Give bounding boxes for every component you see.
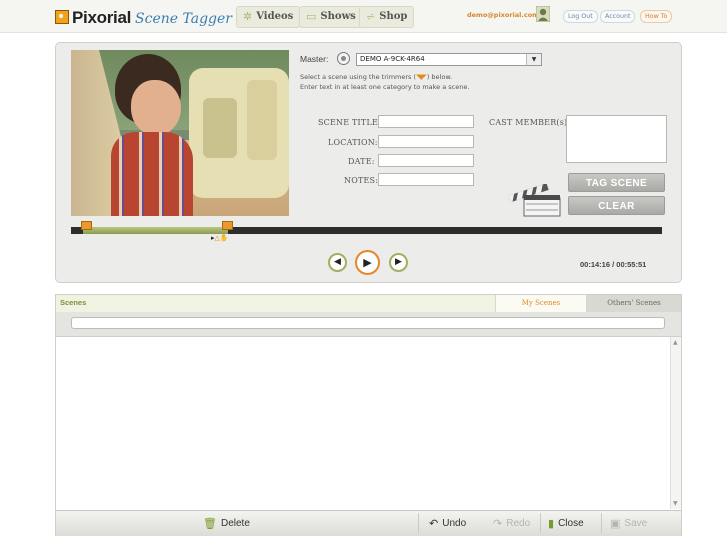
scenes-footer-toolbar: 🗑 Delete ↶ Undo ↷ Redo ▮ Close ▣ Save <box>56 510 681 536</box>
chevron-left-icon: ◀ <box>334 257 341 267</box>
redo-icon: ↷ <box>493 518 503 530</box>
trash-icon: 🗑 <box>203 518 217 530</box>
instruction-line-1: Select a scene using the trimmers (◥◤) b… <box>300 73 452 81</box>
chevron-right-icon: ▶ <box>395 257 402 267</box>
chevron-down-icon: ▼ <box>526 54 541 65</box>
master-label: Master: <box>300 54 329 64</box>
nav-shows-button[interactable]: ▭ Shows <box>299 6 363 28</box>
user-avatar-icon[interactable] <box>536 6 550 22</box>
date-label: DATE: <box>348 157 375 166</box>
cast-members-input[interactable] <box>566 115 667 163</box>
cart-icon: ⩫ <box>366 10 376 23</box>
reel-icon <box>337 52 350 65</box>
cursor-hand-icon: ✋ <box>219 234 229 242</box>
toolbar-divider <box>540 513 541 533</box>
redo-label: Redo <box>506 518 531 529</box>
top-bar: Pixorial Scene Tagger ✲ Videos ▭ Shows ⩫… <box>0 0 727 33</box>
film-reel-icon: ✲ <box>243 10 253 23</box>
toolbar-divider <box>601 513 602 533</box>
next-button[interactable]: ▶ <box>389 253 408 272</box>
logo[interactable]: Pixorial Scene Tagger <box>55 8 232 28</box>
scenes-scrollbar[interactable]: ▲ ▼ <box>670 337 681 509</box>
scenes-filter-bar <box>56 312 681 337</box>
scene-title-label: SCENE TITLE: <box>318 118 381 127</box>
undo-button[interactable]: ↶ Undo <box>429 517 466 530</box>
scenes-filter-input[interactable] <box>71 317 665 329</box>
scroll-down-icon[interactable]: ▼ <box>673 500 678 507</box>
location-label: LOCATION: <box>328 138 378 147</box>
redo-button[interactable]: ↷ Redo <box>493 517 530 530</box>
video-frame-child-face <box>131 80 181 136</box>
location-input[interactable] <box>378 135 474 148</box>
notes-label: NOTES: <box>344 176 379 185</box>
previous-button[interactable]: ◀ <box>328 253 347 272</box>
video-frame-playset-window <box>247 80 277 160</box>
play-button[interactable]: ▶ <box>355 250 380 275</box>
master-select-value: DEMO A-9CK-4R64 <box>360 55 425 63</box>
video-frame-playset-window <box>203 98 237 158</box>
pixorial-logo-icon <box>55 10 69 24</box>
date-input[interactable] <box>378 154 474 167</box>
close-document-icon: ▮ <box>548 518 555 530</box>
delete-label: Delete <box>220 518 250 529</box>
undo-icon: ↶ <box>429 518 439 530</box>
tag-scene-button[interactable]: TAG SCENE <box>568 173 665 192</box>
close-button[interactable]: ▮ Close <box>548 517 584 530</box>
nav-videos-label: Videos <box>256 11 294 22</box>
user-email[interactable]: demo@pixorial.com <box>467 11 539 19</box>
nav-videos-button[interactable]: ✲ Videos <box>236 6 301 28</box>
scenes-header: Scenes My Scenes Others' Scenes <box>56 295 681 313</box>
instruction-text-1a: Select a scene using the trimmers ( <box>300 73 417 81</box>
clear-button[interactable]: CLEAR <box>568 196 665 215</box>
save-disk-icon: ▣ <box>610 518 621 530</box>
trimmer-start-handle[interactable] <box>81 221 92 230</box>
scene-editor-panel: Master: DEMO A-9CK-4R64 ▼ Select a scene… <box>55 42 682 283</box>
timeline-selection <box>83 227 228 234</box>
notes-input[interactable] <box>378 173 474 186</box>
howto-button[interactable]: How To <box>640 10 673 23</box>
scenes-title: Scenes <box>60 298 87 307</box>
app-name: Scene Tagger <box>135 11 232 27</box>
delete-button[interactable]: 🗑 Delete <box>203 517 250 530</box>
close-label: Close <box>558 518 584 529</box>
nav-shows-label: Shows <box>320 11 356 22</box>
timeline-track[interactable] <box>71 227 662 234</box>
master-select[interactable]: DEMO A-9CK-4R64 ▼ <box>356 53 542 66</box>
play-icon: ▶ <box>363 256 372 269</box>
nav-shop-button[interactable]: ⩫ Shop <box>359 6 415 28</box>
save-button[interactable]: ▣ Save <box>610 517 647 530</box>
time-display: 00:14:16 / 00:55:51 <box>580 260 647 269</box>
trimmer-flag-icon: ◥◤ <box>416 73 427 81</box>
scene-title-input[interactable] <box>378 115 474 128</box>
video-player[interactable] <box>71 50 289 216</box>
tab-others-scenes[interactable]: Others' Scenes <box>587 295 681 312</box>
scenes-list[interactable] <box>56 337 669 509</box>
trimmer-end-handle[interactable] <box>222 221 233 230</box>
scenes-panel: Scenes My Scenes Others' Scenes ▲ ▼ 🗑 De… <box>55 294 682 536</box>
brand-name: Pixorial <box>72 8 132 27</box>
tab-my-scenes[interactable]: My Scenes <box>495 295 587 312</box>
nav-shop-label: Shop <box>379 11 408 22</box>
toolbar-divider <box>418 513 419 533</box>
cast-members-label: CAST MEMBER(s): <box>489 118 571 127</box>
clapperboard-icon <box>508 184 561 217</box>
logout-button[interactable]: Log Out <box>563 10 598 23</box>
undo-label: Undo <box>442 518 467 529</box>
scroll-up-icon[interactable]: ▲ <box>673 339 678 346</box>
folder-icon: ▭ <box>306 10 317 23</box>
playhead-marker[interactable]: ▸△✋ <box>211 234 229 242</box>
instruction-text-1b: ) below. <box>426 73 453 81</box>
save-label: Save <box>624 518 648 529</box>
video-frame-child-shirt <box>111 132 193 216</box>
instruction-line-2: Enter text in at least one category to m… <box>300 83 470 91</box>
account-button[interactable]: Account <box>600 10 636 23</box>
